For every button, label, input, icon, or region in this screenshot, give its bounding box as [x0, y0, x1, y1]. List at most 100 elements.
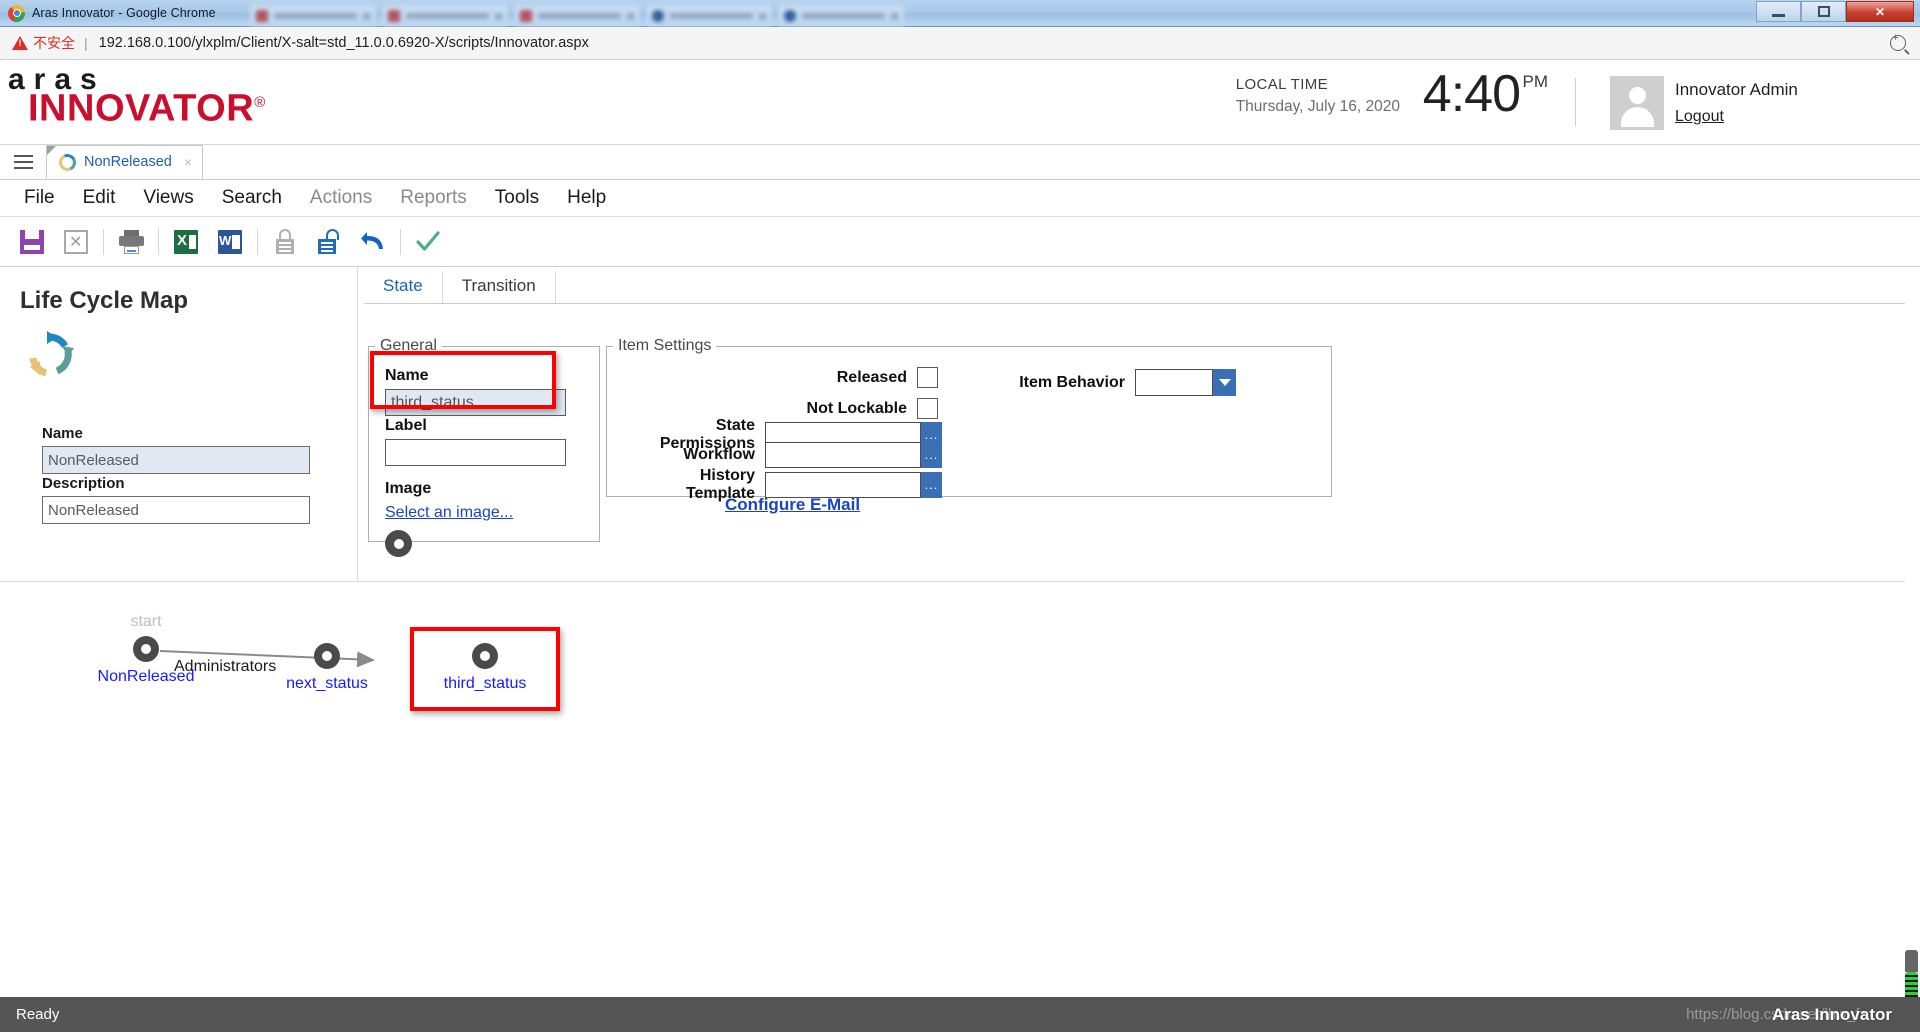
menu-item-search[interactable]: Search	[208, 187, 296, 209]
zoom-search-icon[interactable]	[1890, 32, 1906, 51]
aras-logo: aras INNOVATOR®	[6, 65, 266, 130]
left-description-field-block: Description	[42, 475, 310, 524]
state-dot-icon[interactable]	[385, 530, 412, 557]
left-name-input[interactable]	[42, 446, 310, 474]
minimize-icon	[1772, 13, 1785, 17]
general-label-input[interactable]	[385, 439, 566, 466]
logout-link[interactable]: Logout	[1675, 108, 1724, 126]
diagram-edge-label: Administrators	[174, 658, 277, 675]
released-checkbox[interactable]	[917, 367, 938, 388]
export-excel-icon	[174, 229, 198, 254]
unlock-icon	[317, 229, 341, 254]
print-icon	[118, 229, 144, 254]
window-controls: ✕	[1756, 1, 1914, 22]
tab-title-placeholder	[406, 13, 489, 19]
hamburger-line	[13, 161, 33, 163]
application-window: Aras Innovator - Google Chrome ✕ ! 不安全 |…	[0, 0, 1920, 1032]
not-lockable-checkbox[interactable]	[917, 398, 938, 419]
menu-item-file[interactable]: File	[10, 187, 69, 209]
avatar-head-icon	[1629, 87, 1646, 104]
background-tab[interactable]	[382, 5, 508, 27]
document-tab-label: NonReleased	[84, 154, 172, 170]
maximize-button[interactable]	[1801, 1, 1846, 22]
close-icon[interactable]	[891, 12, 898, 20]
tab-transition[interactable]: Transition	[443, 271, 556, 303]
save-button[interactable]	[10, 222, 54, 262]
aras-app-header: aras INNOVATOR® LOCAL TIME Thursday, Jul…	[0, 60, 1920, 145]
background-tab[interactable]	[514, 5, 640, 27]
menu-item-views[interactable]: Views	[129, 187, 207, 209]
favicon-icon	[784, 10, 796, 22]
menu-item-reports[interactable]: Reports	[386, 187, 481, 209]
history-template-browse-button[interactable]: ...	[921, 472, 942, 498]
state-dot-icon	[133, 636, 159, 662]
close-icon[interactable]	[627, 12, 634, 20]
diagram-node-label: third_status	[443, 675, 527, 692]
lifecycle-icon	[56, 151, 79, 173]
unlock-button[interactable]	[307, 222, 351, 262]
favicon-icon	[652, 10, 664, 22]
item-behavior-input[interactable]	[1135, 369, 1213, 396]
close-icon[interactable]	[363, 12, 370, 20]
lifecycle-diagram-canvas[interactable]: start NonReleased Administrators next_st…	[0, 583, 1920, 985]
released-row: Released	[767, 367, 938, 388]
url-text[interactable]: 192.168.0.100/ylxplm/Client/X-salt=std_1…	[99, 35, 589, 51]
menu-item-edit[interactable]: Edit	[69, 187, 130, 209]
workflow-browse-button[interactable]: ...	[921, 442, 942, 468]
menu-item-help[interactable]: Help	[553, 187, 620, 209]
browser-title-bar: Aras Innovator - Google Chrome ✕	[0, 0, 1920, 27]
tab-title-placeholder	[670, 13, 753, 19]
tab-state[interactable]: State	[364, 271, 443, 303]
background-tab[interactable]	[778, 5, 904, 27]
main-menu-hamburger-icon[interactable]	[0, 145, 46, 179]
select-image-link[interactable]: Select an image...	[385, 504, 513, 522]
background-tab[interactable]	[250, 5, 376, 27]
document-tab-nonreleased[interactable]: NonReleased ×	[46, 145, 204, 179]
configure-email-link[interactable]: Configure E-Mail	[725, 495, 860, 515]
lock-button[interactable]	[263, 222, 307, 262]
toolbar-divider	[103, 228, 104, 255]
done-button[interactable]	[406, 222, 450, 262]
background-tab[interactable]	[646, 5, 772, 27]
diagram-node-next-status[interactable]: next_status	[267, 643, 387, 693]
export-excel-button[interactable]	[164, 222, 208, 262]
menu-item-actions[interactable]: Actions	[296, 187, 386, 209]
close-icon[interactable]: ×	[184, 154, 192, 170]
close-icon[interactable]	[759, 12, 766, 20]
minimize-button[interactable]	[1756, 1, 1801, 22]
lifecycle-icon	[24, 329, 76, 381]
browser-address-bar[interactable]: 不安全 | 192.168.0.100/ylxplm/Client/X-salt…	[0, 27, 1920, 60]
favicon-icon	[388, 10, 400, 22]
save-close-button[interactable]	[54, 222, 98, 262]
local-time-block: LOCAL TIME Thursday, July 16, 2020	[1236, 76, 1400, 116]
avatar[interactable]	[1610, 76, 1664, 130]
state-editor-panel: State Transition General Name Label Imag…	[358, 267, 1920, 582]
chevron-down-icon[interactable]	[1213, 369, 1236, 396]
diagram-node-third-status[interactable]: third_status	[425, 643, 545, 693]
undo-button[interactable]	[351, 222, 395, 262]
avatar-body-icon	[1621, 107, 1654, 127]
registered-mark: ®	[254, 94, 266, 111]
print-button[interactable]	[109, 222, 153, 262]
left-description-input[interactable]	[42, 496, 310, 524]
not-lockable-label: Not Lockable	[806, 399, 907, 417]
workflow-input[interactable]	[765, 442, 921, 468]
general-image-label: Image	[385, 480, 432, 497]
vertical-scrollbar[interactable]	[1905, 267, 1920, 985]
export-word-icon	[218, 229, 242, 254]
item-behavior-label: Item Behavior	[1019, 373, 1125, 391]
logo-innovator-word: INNOVATOR	[28, 87, 255, 130]
menu-item-tools[interactable]: Tools	[481, 187, 553, 209]
close-icon[interactable]	[495, 12, 502, 20]
hamburger-line	[13, 167, 33, 169]
save-icon	[20, 229, 44, 254]
export-word-button[interactable]	[208, 222, 252, 262]
item-behavior-row: Item Behavior	[1007, 369, 1236, 396]
address-separator: |	[84, 35, 88, 51]
scrollbar-thumb[interactable]	[1905, 950, 1918, 972]
close-window-button[interactable]: ✕	[1846, 1, 1914, 22]
general-name-input[interactable]	[385, 389, 566, 416]
item-settings-group: Item Settings Released Not Lockable Stat…	[606, 337, 1332, 514]
item-behavior-dropdown[interactable]	[1135, 369, 1236, 396]
status-bar: Ready https://blog.csdn.net/lhw_fz Aras …	[0, 997, 1920, 1032]
